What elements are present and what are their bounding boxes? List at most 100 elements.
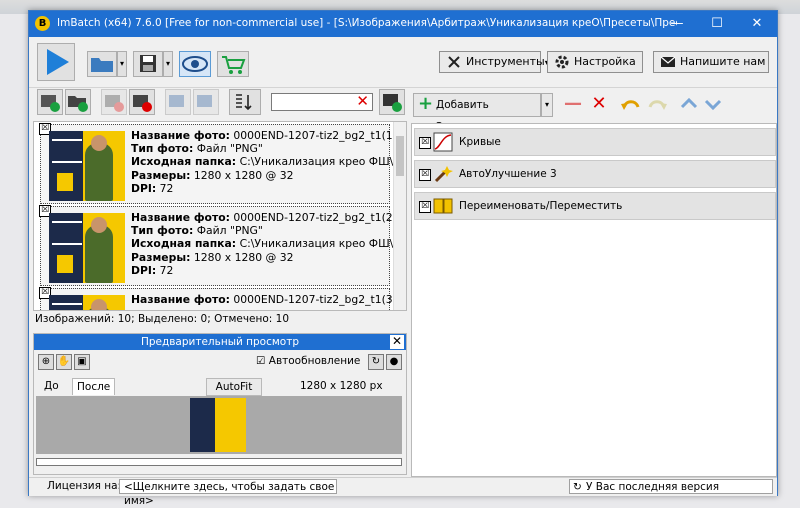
sort-button[interactable]	[229, 89, 261, 115]
image-info: Название фото: 0000END-1207-tiz2_bg2_t1(…	[131, 211, 406, 277]
preview-header: Предварительный просмотр ✕	[34, 334, 406, 350]
play-icon	[47, 49, 69, 75]
image-name: 0000END-1207-tiz2_bg2_t1(3).png	[233, 293, 407, 306]
write-us-label: Напишите нам	[680, 55, 766, 68]
remove-task-button[interactable]: —	[561, 93, 585, 117]
tools-label: Инструменты	[466, 55, 545, 68]
image-down-icon	[197, 95, 212, 107]
refresh-icon: ↻	[371, 356, 381, 367]
preview-toggle-button[interactable]	[179, 51, 211, 77]
run-button[interactable]	[37, 43, 75, 81]
remove-image-icon	[105, 95, 124, 112]
image-size: 1280 x 1280 @ 32	[193, 168, 294, 182]
image-check-icon	[383, 94, 402, 112]
clear-filter-icon[interactable]: ✕	[356, 92, 369, 110]
move-task-up-button[interactable]	[677, 93, 701, 117]
move-up-image-button[interactable]	[165, 89, 191, 115]
image-status-text: Изображений: 10; Выделено: 0; Отмечено: …	[35, 313, 290, 325]
task-item[interactable]: ☒ Кривые	[414, 128, 776, 156]
cart-icon	[222, 56, 246, 74]
add-folder-icon	[68, 96, 88, 112]
image-item[interactable]: ☒ Название фото: 0000END-1207-tiz2_bg2_t…	[39, 123, 406, 204]
size-label: Размеры:	[131, 168, 191, 182]
preview-canvas[interactable]	[36, 396, 402, 454]
chevron-down-icon	[704, 99, 722, 111]
minimize-button[interactable]: —	[657, 11, 697, 37]
shop-button[interactable]	[217, 51, 249, 77]
save-button[interactable]	[133, 51, 163, 77]
tools-menu-button[interactable]: Инструменты▾	[439, 51, 549, 73]
remove-image-button[interactable]	[101, 89, 127, 115]
refresh-button[interactable]: ↻	[368, 354, 384, 370]
remove-all-icon	[133, 95, 152, 112]
stop-preview-button[interactable]: ●	[386, 354, 402, 370]
remove-all-button[interactable]	[129, 89, 155, 115]
refresh-icon: ↻	[573, 481, 582, 493]
add-image-button[interactable]	[37, 89, 63, 115]
delete-tasks-button[interactable]: ✕	[587, 93, 611, 117]
add-task-dropdown[interactable]: ▾	[541, 93, 553, 117]
task-checkbox[interactable]: ☒	[419, 137, 431, 149]
task-item[interactable]: ☒ АвтоУлучшение 3	[414, 160, 776, 188]
add-folder-button[interactable]	[65, 89, 91, 115]
fit-view-button[interactable]: ▣	[74, 354, 90, 370]
select-images-button[interactable]	[379, 89, 405, 115]
task-list[interactable]: ☒ Кривые ☒ АвтоУлучшение 3 ☒ Переименова…	[411, 123, 777, 477]
type-label: Тип фото:	[131, 142, 194, 156]
license-name-field[interactable]: <Щелкните здесь, чтобы задать свое имя>	[119, 479, 337, 507]
fit-icon: ▣	[77, 356, 87, 367]
name-label: Название фото:	[131, 293, 230, 306]
write-us-button[interactable]: Напишите нам	[653, 51, 769, 73]
tab-after[interactable]: После	[72, 378, 116, 395]
name-label: Название фото:	[131, 129, 230, 142]
image-list[interactable]: ☒ Название фото: 0000END-1207-tiz2_bg2_t…	[33, 121, 407, 311]
autofit-button[interactable]: AutoFit	[206, 378, 262, 396]
preview-title: Предварительный просмотр	[140, 336, 300, 348]
version-status[interactable]: ↻ У Вас последняя версия	[569, 479, 773, 494]
tab-before[interactable]: До	[40, 378, 63, 394]
settings-label: Настройка	[574, 55, 636, 68]
status-bar: Лицензия на: <Щелкните здесь, чтобы зада…	[29, 477, 777, 507]
zoom-icon: ⊕	[41, 356, 51, 367]
close-button[interactable]: ✕	[737, 11, 777, 37]
settings-button[interactable]: Настройка	[547, 51, 643, 73]
move-task-down-button[interactable]	[701, 93, 725, 117]
undo-button[interactable]	[619, 93, 643, 117]
image-name: 0000END-1207-tiz2_bg2_t1(1).png	[233, 129, 407, 142]
magic-wand-icon	[434, 166, 453, 183]
move-down-image-button[interactable]	[193, 89, 219, 115]
dpi-label: DPI:	[131, 263, 157, 277]
image-list-scrollbar[interactable]	[393, 122, 406, 310]
preview-close-button[interactable]: ✕	[390, 335, 404, 349]
maximize-button[interactable]: ☐	[697, 11, 737, 37]
filter-input[interactable]: ✕	[271, 92, 373, 111]
image-item[interactable]: ☒ Название фото: 0000END-1207-tiz2_bg2_t…	[39, 287, 406, 310]
rename-icon	[433, 198, 453, 214]
redo-button[interactable]	[645, 93, 669, 117]
autoupdate-label: Автообновление	[268, 355, 361, 367]
pan-button[interactable]: ✋	[56, 354, 72, 370]
task-checkbox[interactable]: ☒	[419, 169, 431, 181]
scrollbar-thumb[interactable]	[396, 136, 404, 176]
save-dropdown-button[interactable]: ▾	[163, 51, 173, 77]
image-type: Файл "PNG"	[196, 224, 263, 238]
source-label: Исходная папка:	[131, 155, 237, 169]
preview-image	[190, 398, 246, 452]
main-toolbar: ▾ ▾ Инструменты▾ Настройка Напишите нам	[29, 37, 777, 88]
image-dpi: 72	[159, 263, 174, 277]
window-title: ImBatch (x64) 7.6.0 [Free for non-commer…	[57, 17, 677, 29]
version-text: У Вас последняя версия	[586, 481, 720, 493]
image-item[interactable]: ☒ Название фото: 0000END-1207-tiz2_bg2_t…	[39, 205, 406, 286]
task-checkbox[interactable]: ☒	[419, 201, 431, 213]
autoupdate-checkbox[interactable]: ☑	[256, 355, 265, 367]
image-type: Файл "PNG"	[196, 142, 263, 156]
add-task-button[interactable]: + Добавить Задание...	[413, 93, 541, 133]
open-dropdown-button[interactable]: ▾	[117, 51, 127, 77]
zoom-button[interactable]: ⊕	[38, 354, 54, 370]
image-size: 1280 x 1280 @ 32	[193, 250, 294, 264]
preview-panel: Предварительный просмотр ✕ ⊕ ✋ ▣ ☑ Автоо…	[33, 333, 407, 475]
open-folder-button[interactable]	[87, 51, 117, 77]
chevron-up-icon	[680, 97, 698, 109]
task-item[interactable]: ☒ Переименовать/Переместить	[414, 192, 776, 220]
autoupdate-toggle[interactable]: ☑ Автообновление	[256, 355, 360, 367]
